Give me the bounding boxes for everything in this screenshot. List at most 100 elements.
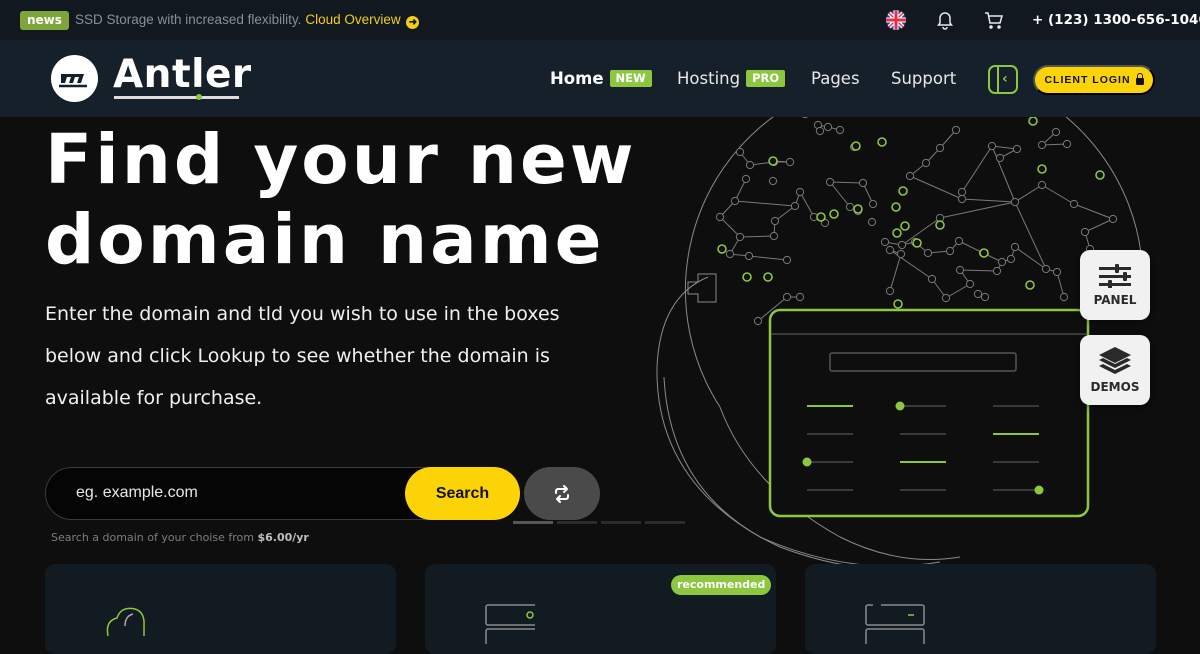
network-node — [941, 293, 951, 303]
network-node-highlight — [1025, 280, 1035, 290]
network-node — [858, 178, 868, 188]
network-edge — [748, 255, 788, 261]
network-node — [823, 122, 833, 132]
nav-item-home[interactable]: Home NEW — [550, 69, 652, 89]
network-edge — [959, 269, 998, 272]
logo-underline — [114, 96, 239, 99]
network-node — [987, 141, 997, 151]
nav-item-hosting-label: Hosting — [677, 69, 741, 88]
demos-button[interactable]: DEMOS — [1080, 335, 1150, 405]
domain-search-input[interactable] — [76, 484, 396, 502]
network-node-highlight — [829, 209, 839, 219]
panel-button[interactable]: PANEL — [1080, 250, 1150, 320]
search-button[interactable]: Search — [405, 467, 520, 520]
news-announcement: SSD Storage with increased flexibility. C… — [75, 11, 420, 29]
nav-item-hosting[interactable]: Hosting PRO — [677, 69, 786, 89]
network-node — [1010, 197, 1020, 207]
network-edge — [961, 145, 993, 193]
network-node — [1041, 264, 1051, 274]
dashboard-window-illustration — [768, 308, 1090, 518]
logo-text[interactable]: Antler — [113, 53, 252, 97]
network-node — [815, 126, 825, 136]
slider-progress-segment[interactable] — [601, 521, 641, 524]
network-node — [769, 231, 779, 241]
feature-card[interactable] — [805, 564, 1156, 654]
network-node — [880, 237, 890, 247]
hero-description-line: Enter the domain and tld you wish to use… — [45, 303, 560, 325]
network-node — [897, 240, 907, 250]
network-node-highlight — [816, 212, 826, 222]
network-node — [1010, 242, 1020, 252]
client-login-button[interactable]: CLIENT LOGIN — [1033, 65, 1155, 95]
hero-title-line-1: Find your new — [45, 120, 637, 200]
network-node — [745, 160, 755, 170]
nav-item-support[interactable]: Support — [891, 69, 956, 89]
pro-badge: PRO — [746, 70, 786, 87]
swap-arrows-icon — [555, 484, 569, 503]
hero-title-line-2: domain name — [45, 200, 605, 280]
phone-number[interactable]: + (123) 1300-656-1046 — [1032, 11, 1200, 29]
network-node — [782, 292, 792, 302]
panel-label: PANEL — [1093, 292, 1137, 307]
network-node — [802, 117, 808, 119]
globe-arc — [684, 117, 774, 408]
network-node — [867, 217, 877, 227]
network-node — [980, 292, 990, 302]
network-node-highlight — [898, 186, 908, 196]
network-edge — [829, 181, 851, 208]
network-node — [744, 251, 754, 261]
feature-card[interactable] — [45, 564, 396, 654]
network-node — [965, 279, 975, 289]
search-hint-price: $6.00/yr — [257, 531, 309, 544]
network-node — [951, 125, 961, 135]
network-node — [1052, 267, 1062, 277]
network-node — [1062, 139, 1072, 149]
cloud-overview-link[interactable]: Cloud Overview ➜ — [305, 12, 420, 29]
network-node — [835, 125, 845, 135]
network-edge — [1014, 184, 1043, 203]
network-edge — [909, 175, 963, 200]
network-node — [825, 177, 835, 187]
network-edge — [829, 181, 864, 184]
network-node — [921, 158, 931, 168]
network-node — [868, 199, 878, 209]
network-node — [1108, 214, 1118, 224]
network-node — [957, 194, 967, 204]
new-badge: NEW — [609, 70, 652, 87]
dashboard-slider-knob — [1034, 485, 1044, 495]
top-bar: news SSD Storage with increased flexibil… — [0, 0, 1200, 40]
slider-progress-segment[interactable] — [645, 521, 685, 524]
slider-progress-segment[interactable] — [557, 521, 597, 524]
layers-icon — [1099, 346, 1131, 374]
cloud-overview-link-label: Cloud Overview — [305, 12, 401, 27]
slider-progress-segment[interactable] — [513, 521, 553, 524]
swap-button[interactable] — [524, 467, 600, 520]
network-edge — [889, 253, 902, 292]
cart-icon[interactable] — [984, 10, 1004, 30]
sidebar-toggle-button[interactable]: ‹ — [988, 65, 1018, 94]
bell-icon[interactable] — [936, 10, 954, 30]
hero-description-line: available for purchase. — [45, 387, 263, 409]
network-edge — [1084, 218, 1114, 233]
network-node — [768, 176, 778, 186]
logo-icon[interactable] — [51, 55, 98, 102]
nav-item-pages[interactable]: Pages — [811, 69, 860, 89]
recommended-badge: recommended — [671, 575, 772, 595]
network-edge — [939, 201, 1016, 219]
hero-description: Enter the domain and tld you wish to use… — [45, 293, 605, 419]
network-node-highlight — [891, 202, 901, 212]
network-node — [795, 292, 805, 302]
uk-flag-icon[interactable] — [886, 10, 906, 30]
cloud-icon — [106, 607, 145, 637]
network-node — [1037, 180, 1047, 190]
network-node — [954, 236, 964, 246]
network-node — [795, 187, 805, 197]
logo-dot — [196, 94, 202, 100]
network-node-highlight — [851, 141, 861, 151]
network-edge — [1073, 203, 1114, 220]
network-edge — [719, 216, 741, 238]
network-edge — [945, 283, 971, 299]
network-node — [1069, 199, 1079, 209]
network-edge — [961, 198, 1016, 203]
network-edge — [734, 200, 796, 207]
